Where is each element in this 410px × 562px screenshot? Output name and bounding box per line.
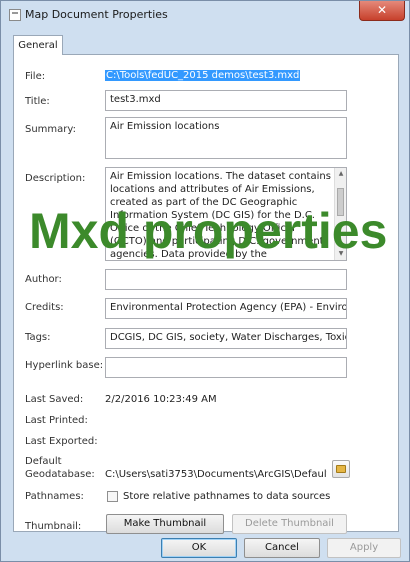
- credits-label: Credits:: [25, 302, 64, 313]
- pathnames-label: Pathnames:: [25, 491, 84, 502]
- summary-input[interactable]: Air Emission locations: [105, 117, 347, 159]
- last-saved-value: 2/2/2016 10:23:49 AM: [105, 394, 217, 405]
- document-icon: [9, 9, 21, 21]
- default-geodatabase-label-line2: Geodatabase:: [25, 469, 95, 480]
- file-path-value: C:\Tools\fedUC_2015 demos\test3.mxd: [105, 70, 301, 81]
- scroll-up-icon[interactable]: ▲: [337, 170, 345, 178]
- default-geodatabase-field[interactable]: C:\Users\sati3753\Documents\ArcGIS\Defau…: [105, 466, 327, 484]
- credits-input[interactable]: Environmental Protection Agency (EPA) - …: [105, 298, 347, 319]
- relative-pathnames-label[interactable]: Store relative pathnames to data sources: [123, 491, 330, 502]
- apply-button[interactable]: Apply: [327, 538, 401, 558]
- tags-label: Tags:: [25, 332, 51, 343]
- tags-input[interactable]: DCGIS, DC GIS, society, Water Discharges…: [105, 328, 347, 349]
- close-icon: ✕: [376, 3, 388, 17]
- tab-general[interactable]: General: [13, 35, 63, 55]
- ok-button[interactable]: OK: [161, 538, 237, 558]
- delete-thumbnail-button[interactable]: Delete Thumbnail: [232, 514, 347, 534]
- last-exported-label: Last Exported:: [25, 436, 98, 447]
- author-label: Author:: [25, 274, 62, 285]
- last-printed-label: Last Printed:: [25, 415, 88, 426]
- title-bar[interactable]: Map Document Properties ✕: [1, 1, 409, 31]
- hyperlink-base-input[interactable]: [105, 357, 347, 378]
- file-label: File:: [25, 71, 46, 82]
- title-label: Title:: [25, 96, 50, 107]
- relative-pathnames-checkbox[interactable]: [107, 491, 118, 502]
- cancel-button[interactable]: Cancel: [244, 538, 320, 558]
- author-input[interactable]: [105, 269, 347, 290]
- description-label: Description:: [25, 173, 86, 184]
- default-geodatabase-label-line1: Default: [25, 456, 62, 467]
- map-document-properties-dialog: Map Document Properties ✕ General File: …: [0, 0, 410, 562]
- summary-label: Summary:: [25, 124, 76, 135]
- close-button[interactable]: ✕: [359, 1, 405, 21]
- folder-open-icon: [336, 465, 346, 473]
- window-title: Map Document Properties: [25, 8, 168, 21]
- hyperlink-base-label: Hyperlink base:: [25, 360, 104, 371]
- title-input[interactable]: test3.mxd: [105, 90, 347, 111]
- make-thumbnail-button[interactable]: Make Thumbnail: [106, 514, 224, 534]
- overlay-caption: Mxd properties: [29, 203, 388, 259]
- thumbnail-label: Thumbnail:: [25, 521, 82, 532]
- file-path-field[interactable]: C:\Tools\fedUC_2015 demos\test3.mxd: [105, 67, 351, 85]
- browse-geodatabase-button[interactable]: [332, 460, 350, 478]
- last-saved-label: Last Saved:: [25, 394, 84, 405]
